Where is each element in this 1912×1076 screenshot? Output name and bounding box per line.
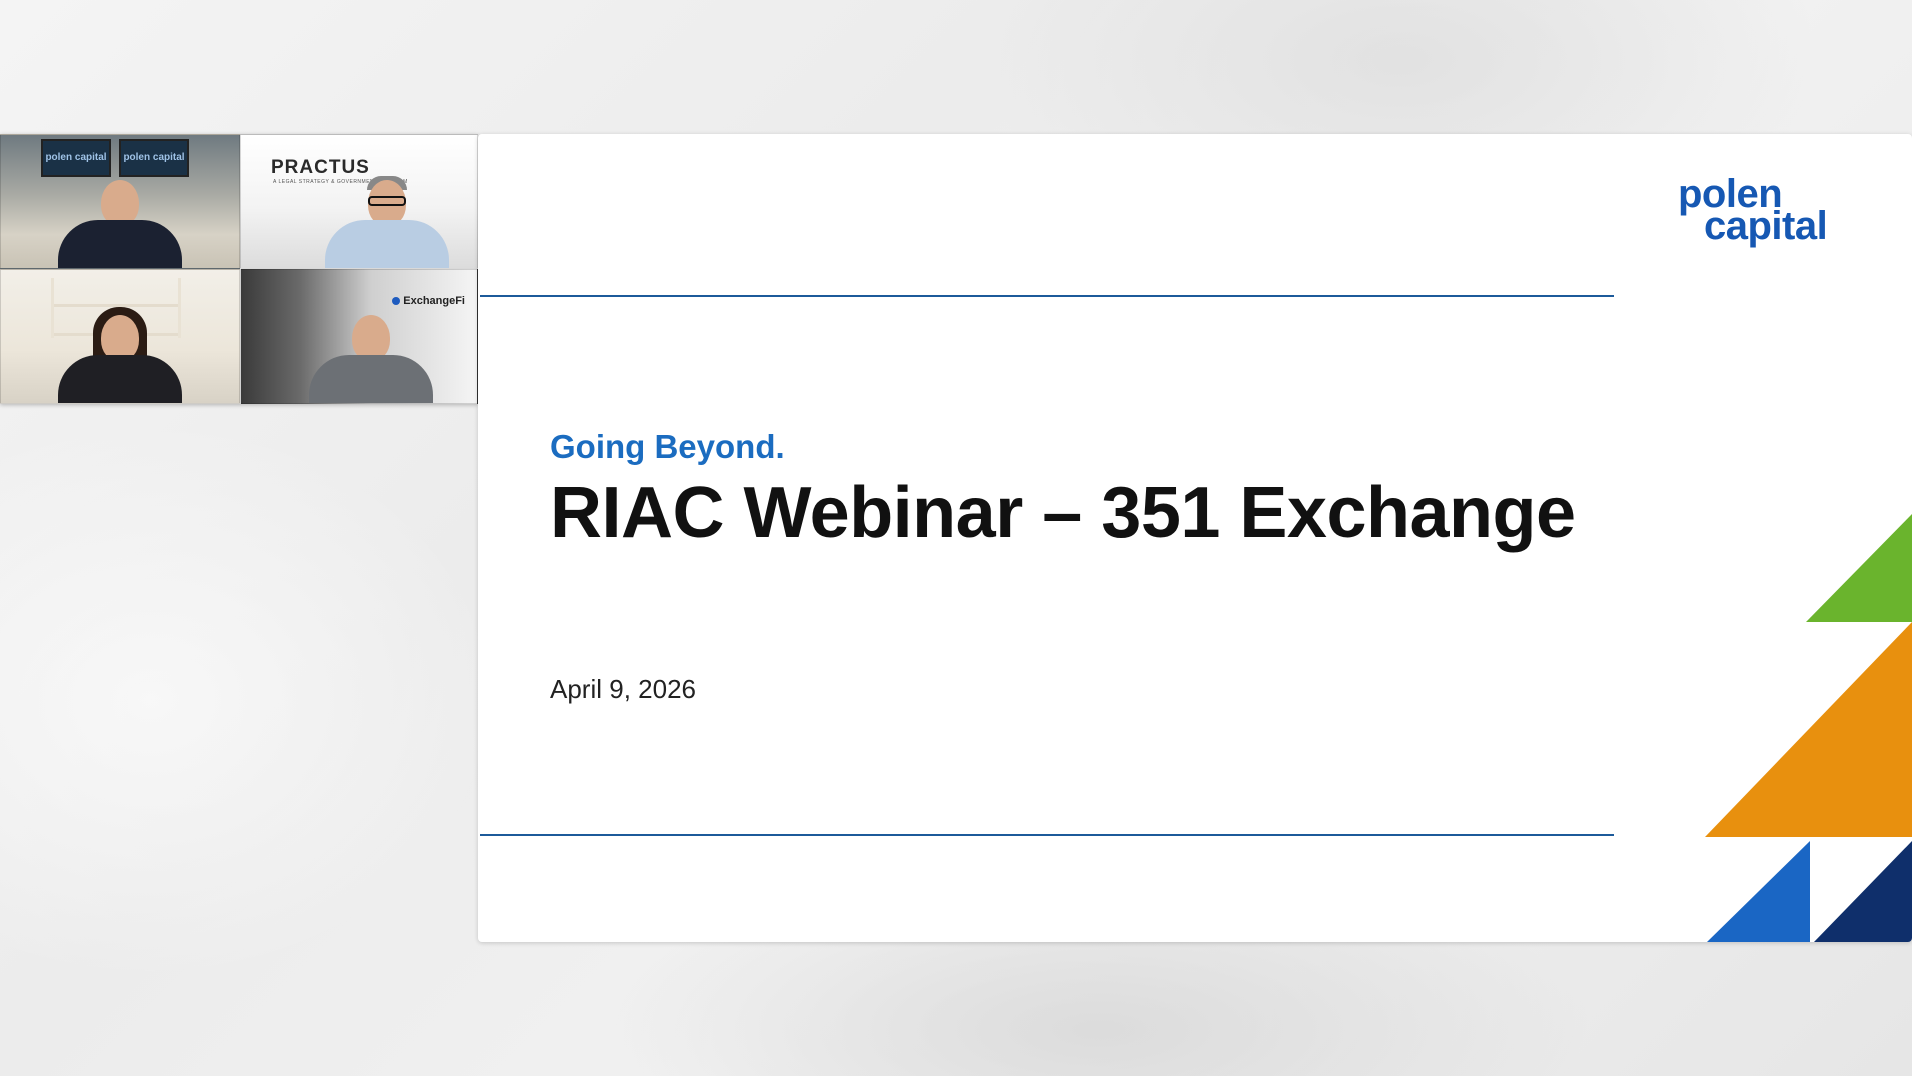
divider-bottom	[480, 834, 1614, 836]
divider-top	[480, 295, 1614, 297]
participant-video	[306, 297, 436, 403]
participant-tile[interactable]	[0, 269, 240, 404]
participant-tile[interactable]: polen capital polen capital	[0, 134, 240, 269]
presentation-slide: polen capital Going Beyond. RIAC Webinar…	[478, 134, 1912, 942]
blue-triangle	[1707, 841, 1810, 942]
participant-video-grid: polen capital polen capital PRACTUS A LE…	[0, 134, 478, 404]
green-triangle	[1806, 514, 1912, 622]
orange-triangle	[1705, 622, 1912, 837]
decorative-triangles	[1705, 514, 1912, 942]
participant-video	[55, 162, 185, 268]
participant-video	[322, 162, 452, 268]
participant-tile[interactable]: PRACTUS A LEGAL STRATEGY & GOVERNMENT LA…	[240, 134, 478, 269]
slide-date: April 9, 2026	[550, 674, 696, 704]
slide-tagline: Going Beyond.	[550, 428, 785, 465]
navy-triangle	[1814, 841, 1912, 942]
slide-title: RIAC Webinar – 351 Exchange	[550, 473, 1576, 553]
participant-video	[55, 297, 185, 403]
polen-capital-logo: polen capital	[1678, 174, 1828, 246]
participant-tile[interactable]: ExchangeFi	[240, 269, 478, 404]
